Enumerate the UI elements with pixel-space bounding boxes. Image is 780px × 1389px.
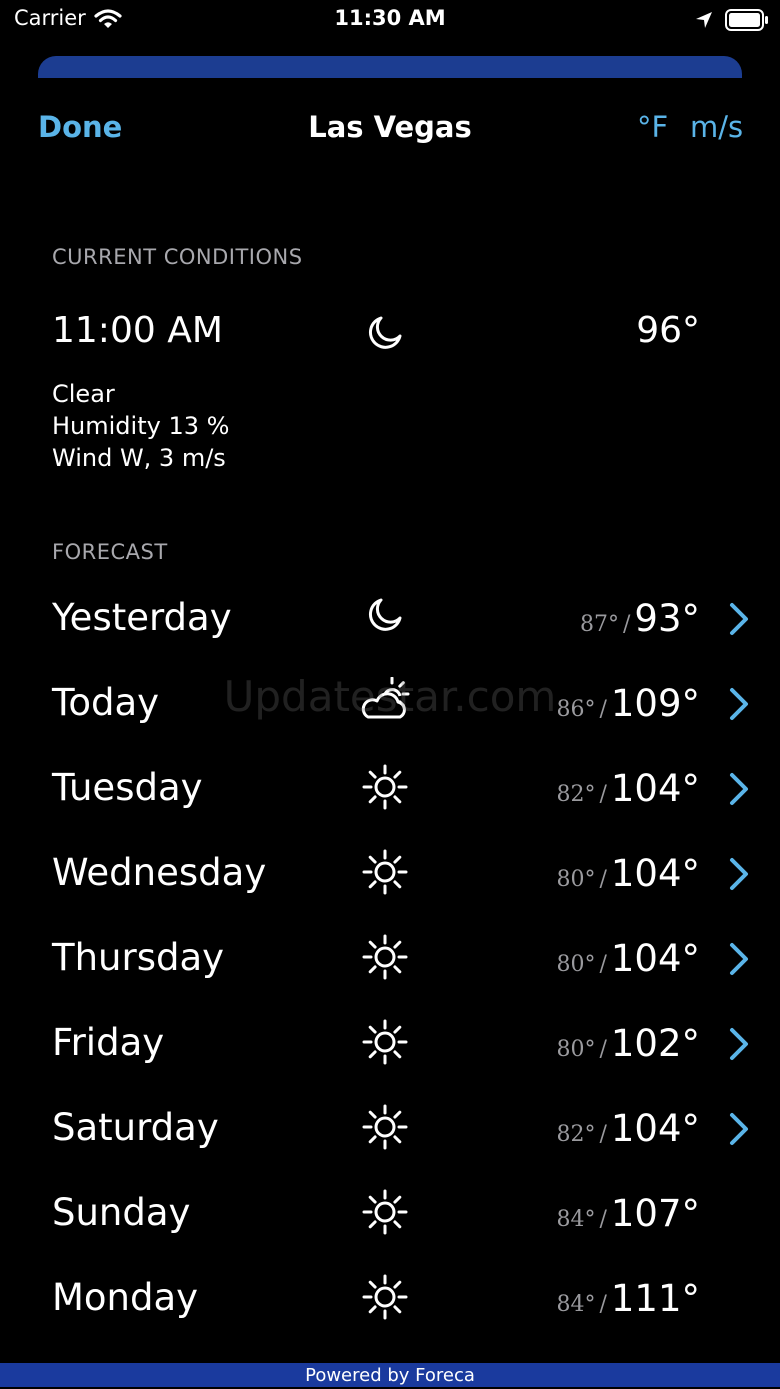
- forecast-day-label: Wednesday: [52, 851, 267, 894]
- forecast-temperatures: 80°/102°: [556, 1013, 700, 1082]
- forecast-temperatures: 80°/104°: [556, 843, 700, 912]
- forecast-row[interactable]: Yesterday 87°/93°: [0, 588, 780, 673]
- forecast-temperatures: 84°/111°: [556, 1268, 700, 1337]
- forecast-low-temp: 84°: [556, 1292, 596, 1317]
- forecast-temperatures: 87°/93°: [580, 588, 700, 657]
- sun-icon: [360, 847, 410, 897]
- sun-icon: [360, 1102, 410, 1152]
- wind-unit-toggle[interactable]: m/s: [690, 110, 743, 144]
- forecast-high-temp: 107°: [610, 1192, 700, 1235]
- forecast-high-temp: 93°: [634, 597, 700, 640]
- temp-separator: /: [622, 612, 631, 637]
- forecast-low-temp: 82°: [556, 1122, 596, 1147]
- forecast-day-label: Monday: [52, 1276, 199, 1319]
- temp-separator: /: [599, 697, 607, 722]
- temp-separator: /: [599, 1037, 607, 1062]
- sun-icon: [360, 1272, 410, 1322]
- forecast-low-temp: 84°: [556, 1207, 596, 1232]
- partly-sunny-icon: [360, 676, 410, 727]
- forecast-row[interactable]: Today 86°/109°: [0, 673, 780, 758]
- forecast-high-temp: 111°: [610, 1277, 700, 1320]
- forecast-temperatures: 86°/109°: [556, 673, 700, 742]
- current-wind: Wind W, 3 m/s: [52, 444, 226, 472]
- status-bar: Carrier 11:30 AM: [0, 0, 780, 40]
- forecast-high-temp: 104°: [610, 767, 700, 810]
- moon-icon: [366, 314, 404, 356]
- temp-separator: /: [599, 782, 607, 807]
- current-time: 11:00 AM: [52, 310, 223, 351]
- forecast-day-label: Saturday: [52, 1106, 219, 1149]
- moon-icon: [366, 596, 416, 646]
- forecast-header: FORECAST: [52, 540, 168, 564]
- forecast-day-label: Yesterday: [52, 596, 232, 639]
- chevron-right-icon[interactable]: [728, 1027, 750, 1065]
- forecast-temperatures: 82°/104°: [556, 1098, 700, 1167]
- forecast-low-temp: 82°: [556, 782, 596, 807]
- forecast-day-label: Sunday: [52, 1191, 191, 1234]
- chevron-right-icon[interactable]: [728, 857, 750, 895]
- sheet-top-bar: [38, 56, 742, 78]
- forecast-low-temp: 87°: [579, 612, 619, 637]
- sun-icon: [360, 1187, 410, 1237]
- forecast-high-temp: 104°: [610, 852, 700, 895]
- forecast-high-temp: 104°: [610, 1107, 700, 1150]
- forecast-row[interactable]: Thursday 80°/104°: [0, 928, 780, 1013]
- forecast-day-label: Today: [52, 681, 160, 724]
- forecast-high-temp: 109°: [610, 682, 700, 725]
- temp-separator: /: [599, 1292, 607, 1317]
- forecast-day-label: Thursday: [52, 936, 225, 979]
- forecast-row[interactable]: Saturday 82°/104°: [0, 1098, 780, 1183]
- current-temperature: 96°: [636, 310, 700, 351]
- status-time: 11:30 AM: [334, 6, 446, 30]
- forecast-day-label: Tuesday: [52, 766, 203, 809]
- temp-separator: /: [599, 1207, 607, 1232]
- forecast-low-temp: 80°: [556, 1037, 596, 1062]
- forecast-low-temp: 80°: [556, 867, 596, 892]
- forecast-low-temp: 80°: [556, 952, 596, 977]
- footer-powered-by: Powered by Foreca: [0, 1363, 780, 1387]
- sun-icon: [360, 932, 410, 982]
- forecast-row[interactable]: Friday 80°/102°: [0, 1013, 780, 1098]
- forecast-high-temp: 104°: [610, 937, 700, 980]
- forecast-row: Sunday 84°/107°: [0, 1183, 780, 1268]
- sun-icon: [360, 1017, 410, 1067]
- forecast-row[interactable]: Tuesday 82°/104°: [0, 758, 780, 843]
- chevron-right-icon[interactable]: [728, 942, 750, 980]
- chevron-right-icon[interactable]: [728, 772, 750, 810]
- forecast-row: Monday 84°/111°: [0, 1268, 780, 1353]
- forecast-row[interactable]: Wednesday 80°/104°: [0, 843, 780, 928]
- temp-separator: /: [599, 1122, 607, 1147]
- forecast-temperatures: 80°/104°: [556, 928, 700, 997]
- forecast-temperatures: 84°/107°: [556, 1183, 700, 1252]
- forecast-temperatures: 82°/104°: [556, 758, 700, 827]
- chevron-right-icon[interactable]: [728, 602, 750, 640]
- fahrenheit-toggle[interactable]: °F: [637, 110, 668, 144]
- chevron-right-icon[interactable]: [728, 687, 750, 725]
- current-humidity: Humidity 13 %: [52, 412, 230, 440]
- current-condition: Clear: [52, 380, 115, 408]
- sun-icon: [360, 762, 410, 812]
- location-arrow-icon: [694, 10, 714, 34]
- temp-separator: /: [599, 952, 607, 977]
- battery-icon: [725, 9, 769, 35]
- forecast-day-label: Friday: [52, 1021, 165, 1064]
- forecast-high-temp: 102°: [610, 1022, 700, 1065]
- temp-separator: /: [599, 867, 607, 892]
- chevron-right-icon[interactable]: [728, 1112, 750, 1150]
- current-conditions-header: CURRENT CONDITIONS: [52, 245, 303, 269]
- forecast-low-temp: 86°: [556, 697, 596, 722]
